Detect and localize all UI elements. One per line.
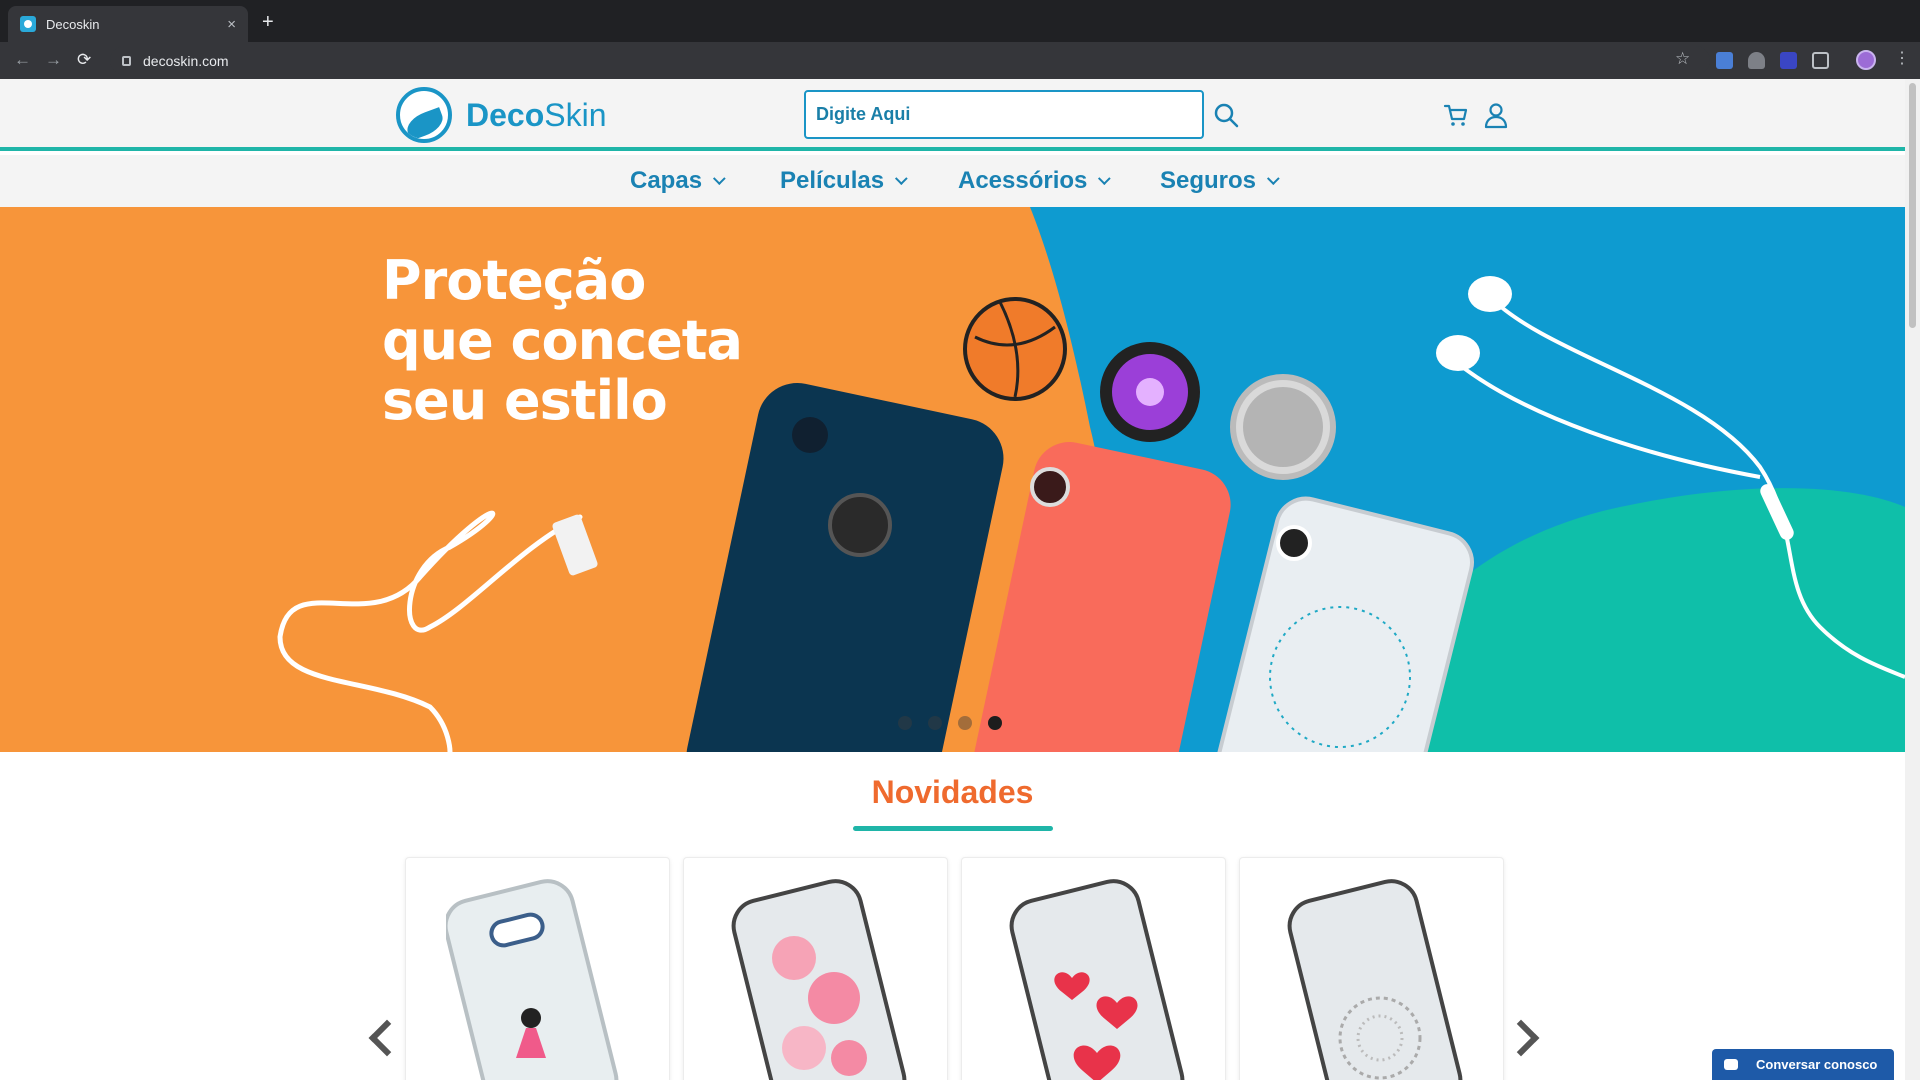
carousel-prev-arrow[interactable] (368, 1019, 406, 1057)
page-scrollbar[interactable] (1905, 79, 1920, 1080)
carousel-dot-active[interactable] (988, 716, 1002, 730)
url-field[interactable]: decoskin.com (110, 46, 1710, 75)
chevron-down-icon (713, 171, 726, 185)
phone-case-hearts-icon (1009, 879, 1185, 1080)
favicon-icon (20, 16, 36, 32)
web-page: DecoSkin Digite Aqui Capas Películas Ace… (0, 79, 1905, 1080)
browser-tab-bar: Decoskin × + (0, 0, 1920, 42)
main-menu: Capas Películas Acessórios Seguros (0, 155, 1905, 207)
hero-illustration (277, 207, 1905, 752)
carousel-dot[interactable] (958, 716, 972, 730)
site-logo[interactable]: DecoSkin (396, 87, 607, 143)
profile-avatar[interactable] (1856, 50, 1876, 70)
chevron-down-icon (1098, 171, 1112, 185)
browser-menu-button[interactable]: ⋮ (1894, 50, 1910, 68)
menu-item-acessorios[interactable]: Acessórios (958, 167, 1112, 195)
search-input[interactable]: Digite Aqui (804, 90, 1204, 139)
chat-button[interactable]: Conversar conosco (1712, 1049, 1894, 1080)
logo-text: DecoSkin (466, 96, 607, 133)
logo-icon (396, 87, 452, 143)
chevron-down-icon (1266, 171, 1280, 185)
product-card[interactable] (961, 857, 1226, 1080)
url-text: decoskin.com (143, 52, 229, 69)
search-icon[interactable] (1212, 101, 1240, 129)
menu-item-seguros[interactable]: Seguros (1160, 167, 1280, 195)
carousel-dot[interactable] (928, 716, 942, 730)
info-extension-icon[interactable] (1780, 52, 1797, 69)
chat-label: Conversar conosco (1756, 1057, 1878, 1072)
phone-case-lace-icon (1287, 879, 1463, 1080)
chat-bubble-icon (1724, 1059, 1738, 1070)
carousel-next-arrow[interactable] (1502, 1019, 1540, 1057)
bookmark-star-button[interactable]: ☆ (1675, 49, 1690, 69)
section-underline (853, 826, 1053, 831)
back-button[interactable]: ← (14, 49, 31, 71)
new-tab-button[interactable]: + (262, 12, 274, 32)
carousel-dot[interactable] (898, 716, 912, 730)
browser-address-bar: ← → ⟳ decoskin.com ☆ ⋮ (0, 42, 1920, 79)
drive-extension-icon[interactable] (1748, 52, 1765, 69)
lock-icon (122, 55, 131, 66)
menu-item-peliculas[interactable]: Películas (780, 167, 908, 195)
chevron-down-icon (895, 171, 908, 185)
cart-icon[interactable] (1442, 101, 1470, 129)
user-icon[interactable] (1482, 101, 1510, 129)
tab-close-button[interactable]: × (227, 16, 236, 33)
phone-case-pink-flowers-icon (731, 879, 907, 1080)
hero-banner[interactable]: Proteção que conceta seu estilo (0, 207, 1905, 752)
tab-title: Decoskin (46, 16, 100, 32)
browser-tab[interactable]: Decoskin × (8, 6, 248, 42)
hero-headline: Proteção que conceta seu estilo (382, 249, 743, 432)
site-header: DecoSkin Digite Aqui (0, 79, 1905, 151)
product-card[interactable] (683, 857, 948, 1080)
product-card[interactable] (405, 857, 670, 1080)
forward-button[interactable]: → (45, 49, 62, 71)
translate-extension-icon[interactable] (1716, 52, 1733, 69)
pocket-extension-icon[interactable] (1812, 52, 1829, 69)
phone-case-fairy-icon (446, 879, 619, 1080)
menu-item-capas[interactable]: Capas (630, 167, 726, 195)
novidades-title: Novidades (871, 774, 1034, 810)
scrollbar-thumb[interactable] (1909, 83, 1916, 328)
reload-button[interactable]: ⟳ (77, 49, 91, 71)
carousel-dots (898, 716, 1002, 730)
product-card[interactable] (1239, 857, 1504, 1080)
